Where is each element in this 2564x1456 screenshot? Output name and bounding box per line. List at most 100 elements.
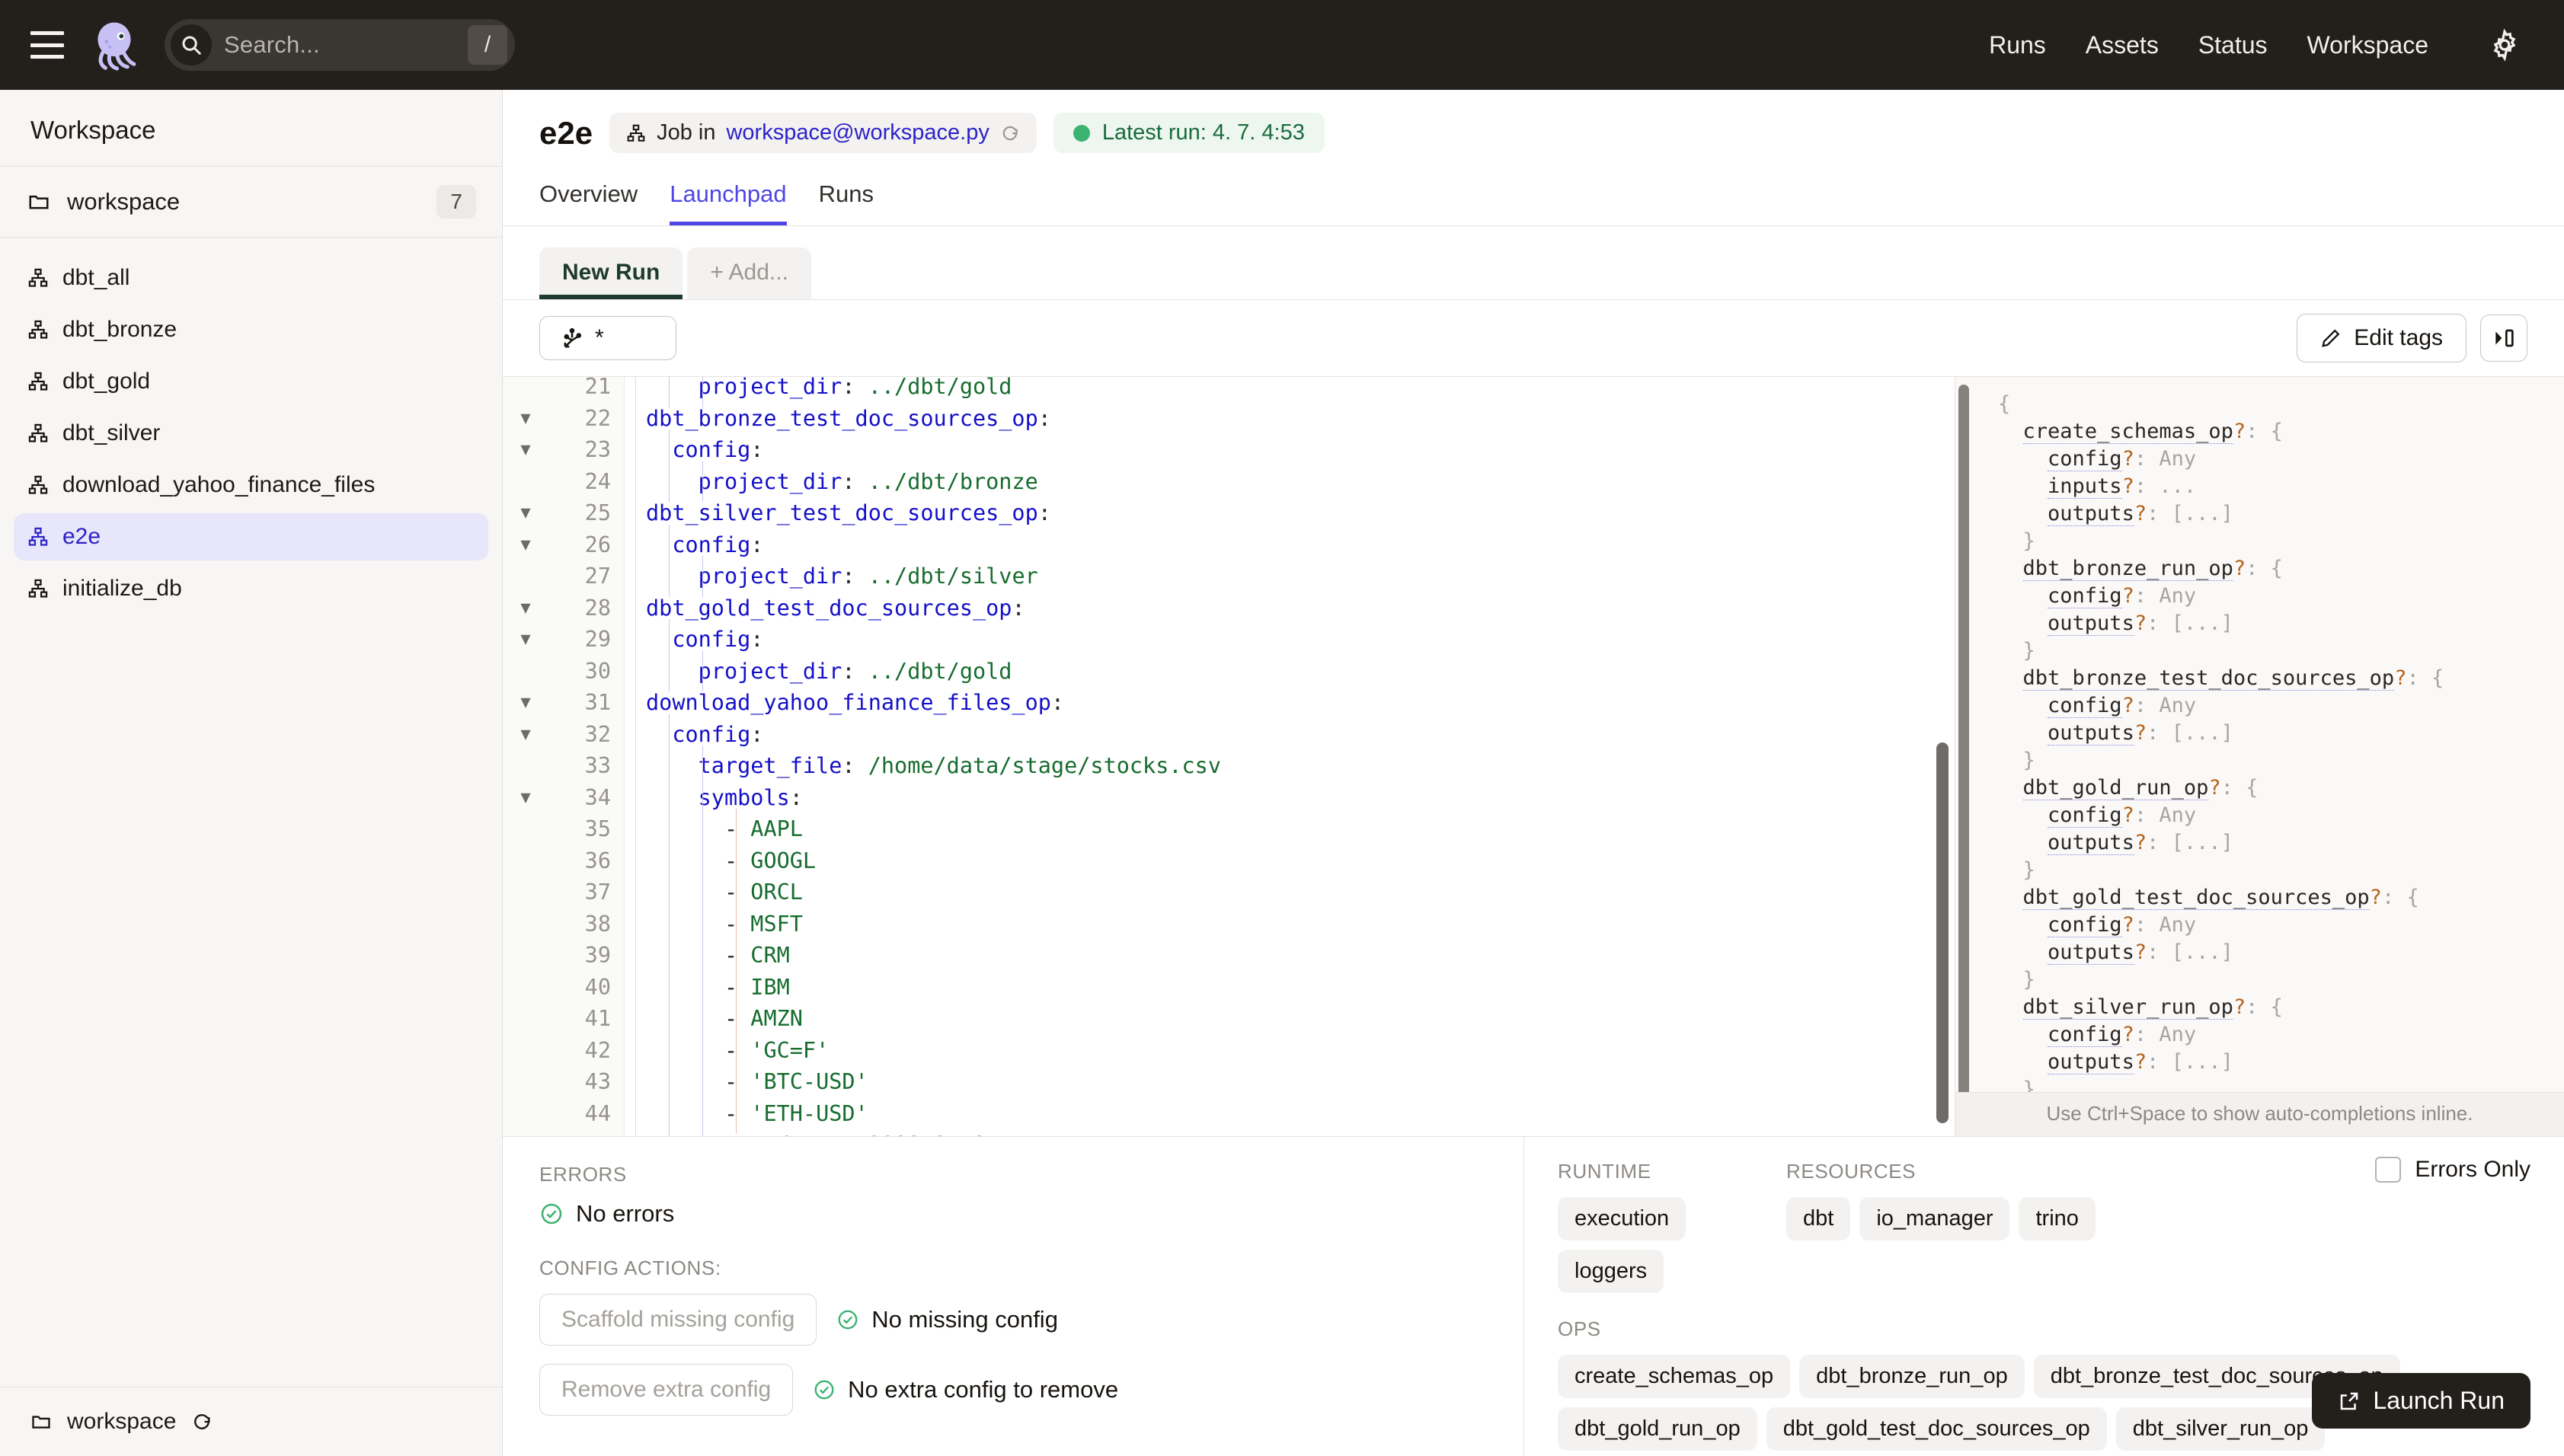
schema-key[interactable]: outputs: [2048, 940, 2134, 965]
schema-entry[interactable]: config?: Any: [1998, 912, 2564, 939]
code-line[interactable]: 42 - 'GC=F': [503, 1035, 1955, 1067]
schema-key[interactable]: dbt_bronze_test_doc_sources_op: [2023, 666, 2395, 691]
code-line[interactable]: ▼26 config:: [503, 529, 1955, 561]
fold-arrow-icon[interactable]: ▼: [503, 719, 548, 751]
sidebar-item-dbt_bronze[interactable]: dbt_bronze: [14, 306, 488, 353]
schema-key[interactable]: dbt_gold_run_op: [2023, 776, 2209, 800]
schema-entry[interactable]: create_schemas_op?: {: [1998, 418, 2564, 445]
code-line[interactable]: ▼23 config:: [503, 434, 1955, 466]
code-line[interactable]: ▼25dbt_silver_test_doc_sources_op:: [503, 497, 1955, 529]
code-line[interactable]: 44 - 'ETH-USD': [503, 1098, 1955, 1130]
schema-entry[interactable]: outputs?: [...]: [1998, 939, 2564, 966]
schema-entry[interactable]: outputs?: [...]: [1998, 829, 2564, 857]
schema-key[interactable]: inputs: [2048, 474, 2122, 499]
sidebar-group-workspace[interactable]: workspace 7: [0, 166, 502, 238]
schema-entry[interactable]: dbt_bronze_run_op?: {: [1998, 555, 2564, 583]
schema-entry[interactable]: config?: Any: [1998, 583, 2564, 610]
job-location-chip[interactable]: Job in workspace@workspace.py: [609, 113, 1037, 153]
schema-entry[interactable]: dbt_bronze_test_doc_sources_op?: {: [1998, 665, 2564, 692]
schema-entry[interactable]: outputs?: [...]: [1998, 500, 2564, 528]
session-tab-new-run[interactable]: New Run: [539, 247, 683, 299]
schema-entry[interactable]: outputs?: [...]: [1998, 720, 2564, 747]
sidebar-item-dbt_silver[interactable]: dbt_silver: [14, 410, 488, 457]
runtime-pill[interactable]: execution: [1558, 1197, 1686, 1240]
editor-scrollbar[interactable]: [1936, 742, 1949, 1123]
code-line[interactable]: ▼31download_yahoo_finance_files_op:: [503, 687, 1955, 719]
schema-entry[interactable]: inputs?: ...: [1998, 473, 2564, 500]
resource-pill[interactable]: dbt: [1786, 1197, 1850, 1240]
resource-pill[interactable]: io_manager: [1859, 1197, 2009, 1240]
op-pill[interactable]: dbt_gold_test_doc_sources_op: [1766, 1407, 2107, 1451]
nav-link-status[interactable]: Status: [2198, 31, 2268, 59]
runtime-pill[interactable]: loggers: [1558, 1250, 1664, 1293]
errors-only-checkbox[interactable]: [2375, 1157, 2401, 1183]
session-tab-add[interactable]: + Add...: [687, 247, 811, 299]
search-input[interactable]: Search... /: [165, 19, 515, 71]
edit-tags-button[interactable]: Edit tags: [2297, 314, 2466, 362]
op-pill[interactable]: dbt_bronze_run_op: [1799, 1355, 2025, 1398]
fold-arrow-icon[interactable]: ▼: [503, 497, 548, 529]
fold-arrow-icon[interactable]: ▼: [503, 434, 548, 466]
op-pill[interactable]: dbt_gold_run_op: [1558, 1407, 1757, 1451]
schema-key[interactable]: config: [2048, 584, 2122, 608]
schema-entry[interactable]: config?: Any: [1998, 802, 2564, 829]
config-schema-tree[interactable]: { create_schemas_op?: { config?: Any inp…: [1955, 377, 2564, 1092]
schema-scrollbar[interactable]: [1958, 385, 1969, 1092]
fold-arrow-icon[interactable]: ▼: [503, 529, 548, 561]
code-line[interactable]: 40 - IBM: [503, 972, 1955, 1004]
code-line[interactable]: 41 - AMZN: [503, 1003, 1955, 1035]
schema-key[interactable]: config: [2048, 1023, 2122, 1047]
reload-icon[interactable]: [191, 1411, 213, 1432]
schema-entry[interactable]: dbt_gold_run_op?: {: [1998, 774, 2564, 802]
fold-arrow-icon[interactable]: ▼: [503, 624, 548, 656]
schema-key[interactable]: outputs: [2048, 1050, 2134, 1074]
sidebar-item-e2e[interactable]: e2e: [14, 513, 488, 560]
fold-arrow-icon[interactable]: ▼: [503, 592, 548, 624]
code-line[interactable]: 35 - AAPL: [503, 813, 1955, 845]
code-line[interactable]: 33 target_file: /home/data/stage/stocks.…: [503, 750, 1955, 782]
op-pill[interactable]: create_schemas_op: [1558, 1355, 1790, 1398]
code-line[interactable]: 27 project_dir: ../dbt/silver: [503, 560, 1955, 592]
schema-entry[interactable]: config?: Any: [1998, 445, 2564, 473]
schema-key[interactable]: dbt_gold_test_doc_sources_op: [2023, 886, 2370, 910]
tab-runs[interactable]: Runs: [819, 180, 874, 225]
schema-key[interactable]: create_schemas_op: [2023, 420, 2233, 444]
schema-key[interactable]: config: [2048, 913, 2122, 937]
code-line[interactable]: ▼28dbt_gold_test_doc_sources_op:: [503, 592, 1955, 624]
schema-entry[interactable]: config?: Any: [1998, 1021, 2564, 1049]
code-line[interactable]: 38 - MSFT: [503, 908, 1955, 940]
nav-link-runs[interactable]: Runs: [1989, 31, 2046, 59]
tab-launchpad[interactable]: Launchpad: [670, 180, 786, 225]
code-line[interactable]: 43 - 'BTC-USD': [503, 1066, 1955, 1098]
code-line[interactable]: ▼29 config:: [503, 624, 1955, 656]
code-line[interactable]: 21 project_dir: ../dbt/gold: [503, 377, 1955, 403]
schema-entry[interactable]: outputs?: [...]: [1998, 610, 2564, 637]
nav-link-assets[interactable]: Assets: [2086, 31, 2159, 59]
scaffold-missing-config-button[interactable]: Scaffold missing config: [539, 1294, 817, 1346]
yaml-config-editor[interactable]: 21 project_dir: ../dbt/gold▼22dbt_bronze…: [503, 377, 1955, 1136]
schema-key[interactable]: dbt_bronze_run_op: [2023, 557, 2233, 581]
schema-key[interactable]: config: [2048, 694, 2122, 718]
code-line[interactable]: 39 - CRM: [503, 940, 1955, 972]
launch-run-button[interactable]: Launch Run: [2312, 1373, 2530, 1429]
schema-entry[interactable]: config?: Any: [1998, 692, 2564, 720]
code-line[interactable]: 36 - GOOGL: [503, 845, 1955, 877]
hamburger-icon[interactable]: [30, 31, 64, 59]
code-line[interactable]: 37 - ORCL: [503, 876, 1955, 908]
sidebar-item-dbt_all[interactable]: dbt_all: [14, 254, 488, 302]
schema-key[interactable]: config: [2048, 447, 2122, 471]
schema-entry[interactable]: dbt_gold_test_doc_sources_op?: {: [1998, 884, 2564, 912]
tab-overview[interactable]: Overview: [539, 180, 638, 225]
fold-arrow-icon[interactable]: ▼: [503, 403, 548, 435]
sidebar-item-initialize_db[interactable]: initialize_db: [14, 565, 488, 612]
op-pill[interactable]: dbt_silver_run_op: [2116, 1407, 2326, 1451]
schema-key[interactable]: outputs: [2048, 611, 2134, 636]
reload-icon[interactable]: [1000, 123, 1020, 143]
dagster-logo-icon[interactable]: [87, 18, 142, 72]
code-line[interactable]: ▼22dbt_bronze_test_doc_sources_op:: [503, 403, 1955, 435]
fold-arrow-icon[interactable]: ▼: [503, 782, 548, 814]
schema-key[interactable]: outputs: [2048, 721, 2134, 746]
job-chip-location-link[interactable]: workspace@workspace.py: [726, 120, 989, 145]
code-line[interactable]: 45 start_date: '2000-01-01': [503, 1129, 1955, 1136]
sidebar-item-dbt_gold[interactable]: dbt_gold: [14, 358, 488, 405]
